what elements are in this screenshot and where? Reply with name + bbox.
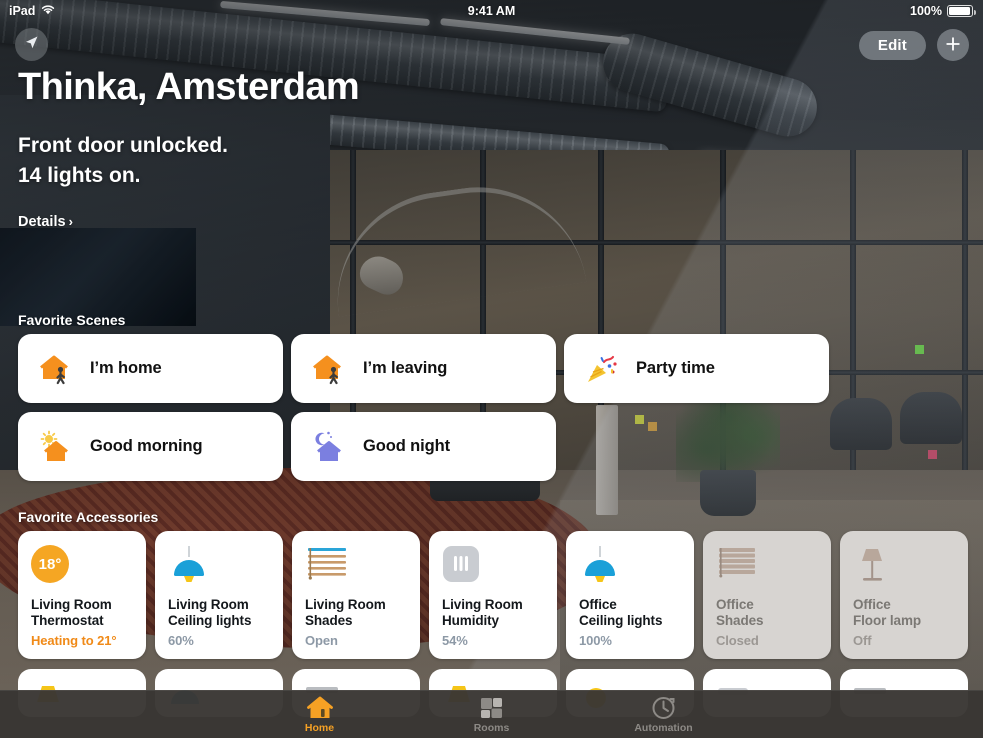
thermostat-temp-badge: 18° <box>38 555 62 573</box>
accessory-card-office-shades[interactable]: Office Shades Closed <box>703 531 831 659</box>
accessory-state: 60% <box>168 633 194 649</box>
accessory-name: Office Ceiling lights <box>579 597 663 629</box>
accessory-card-office-floor-lamp[interactable]: Office Floor lamp Off <box>840 531 968 659</box>
accessory-name: Living Room Humidity <box>442 597 523 629</box>
home-status-summary: Front door unlocked. 14 lights on. <box>18 131 359 192</box>
tab-rooms[interactable]: Rooms <box>444 696 540 734</box>
scene-label: I’m home <box>90 359 162 377</box>
thermostat-dial-icon: 18° <box>31 545 133 585</box>
house-walk-icon <box>38 352 74 386</box>
favorite-scenes-grid: I’m home I’m leaving Party time Good mor… <box>18 334 830 481</box>
status-line-door: Front door unlocked. <box>18 133 228 157</box>
clock-arrow-icon <box>651 696 676 720</box>
tab-bar: Home Rooms Automation <box>0 690 983 738</box>
scene-label: I’m leaving <box>363 359 448 377</box>
accessory-card-living-room-thermostat[interactable]: 18° Living Room Thermostat Heating to 21… <box>18 531 146 659</box>
details-link[interactable]: Details › <box>18 214 359 230</box>
accessory-name: Living Room Thermostat <box>31 597 112 629</box>
scene-card-good-morning[interactable]: Good morning <box>18 412 283 481</box>
status-bar-time: 9:41 AM <box>467 4 516 18</box>
blinds-open-icon <box>305 545 407 585</box>
house-icon <box>306 696 333 720</box>
header-actions: Edit <box>858 29 969 61</box>
scene-card-party-time[interactable]: Party time <box>564 334 829 403</box>
favorite-scenes-heading: Favorite Scenes <box>18 312 126 328</box>
accessory-card-office-ceiling-lights[interactable]: Office Ceiling lights 100% <box>566 531 694 659</box>
tab-automation[interactable]: Automation <box>616 696 712 734</box>
edit-button[interactable]: Edit <box>858 30 926 60</box>
accessory-name: Living Room Shades <box>305 597 386 629</box>
floor-lamp-icon <box>853 545 955 585</box>
details-label: Details <box>18 213 66 230</box>
blinds-closed-icon <box>716 545 818 585</box>
scene-label: Party time <box>636 359 715 377</box>
scene-card-good-night[interactable]: Good night <box>291 412 556 481</box>
tab-label: Rooms <box>473 721 510 734</box>
rooms-icon <box>479 696 504 720</box>
accessory-state: Open <box>305 633 338 649</box>
accessory-state: Off <box>853 633 872 649</box>
accessory-state: Heating to 21° <box>31 633 117 649</box>
location-button[interactable] <box>15 28 48 61</box>
chevron-right-icon: › <box>68 214 73 230</box>
tab-label: Automation <box>634 721 693 734</box>
page-title: Thinka, Amsterdam <box>18 66 360 108</box>
scene-label: Good night <box>363 437 450 455</box>
accessory-state: 54% <box>442 633 468 649</box>
party-popper-icon <box>584 352 620 386</box>
scene-card-im-leaving[interactable]: I’m leaving <box>291 334 556 403</box>
accessory-name: Office Shades <box>716 597 764 629</box>
scene-card-im-home[interactable]: I’m home <box>18 334 283 403</box>
accessory-card-living-room-humidity[interactable]: Living Room Humidity 54% <box>429 531 557 659</box>
accessory-state: Closed <box>716 633 759 649</box>
house-sun-icon <box>38 430 74 464</box>
house-moon-icon <box>311 430 347 464</box>
location-arrow-icon <box>23 34 40 56</box>
tab-label: Home <box>304 721 335 734</box>
hero-section: Thinka, Amsterdam Front door unlocked. 1… <box>18 66 360 230</box>
plus-icon <box>945 33 961 56</box>
humidity-sensor-icon <box>442 545 544 585</box>
pendant-lamp-icon <box>579 545 681 585</box>
house-walk-icon <box>311 352 347 386</box>
tab-home[interactable]: Home <box>272 696 368 734</box>
accessory-card-living-room-shades[interactable]: Living Room Shades Open <box>292 531 420 659</box>
pendant-lamp-icon <box>168 545 270 585</box>
favorite-accessories-heading: Favorite Accessories <box>18 509 159 525</box>
accessory-name: Office Floor lamp <box>853 597 922 629</box>
accessory-name: Living Room Ceiling lights <box>168 597 252 629</box>
status-bar: iPad 9:41 AM 100% <box>0 0 983 22</box>
favorite-accessories-grid: 18° Living Room Thermostat Heating to 21… <box>18 531 968 659</box>
accessory-state: 100% <box>579 633 612 649</box>
battery-full-icon <box>947 5 977 17</box>
add-accessory-button[interactable] <box>937 29 969 61</box>
scene-label: Good morning <box>90 437 203 455</box>
status-line-lights: 14 lights on. <box>18 164 141 188</box>
accessory-card-living-room-ceiling-lights[interactable]: Living Room Ceiling lights 60% <box>155 531 283 659</box>
